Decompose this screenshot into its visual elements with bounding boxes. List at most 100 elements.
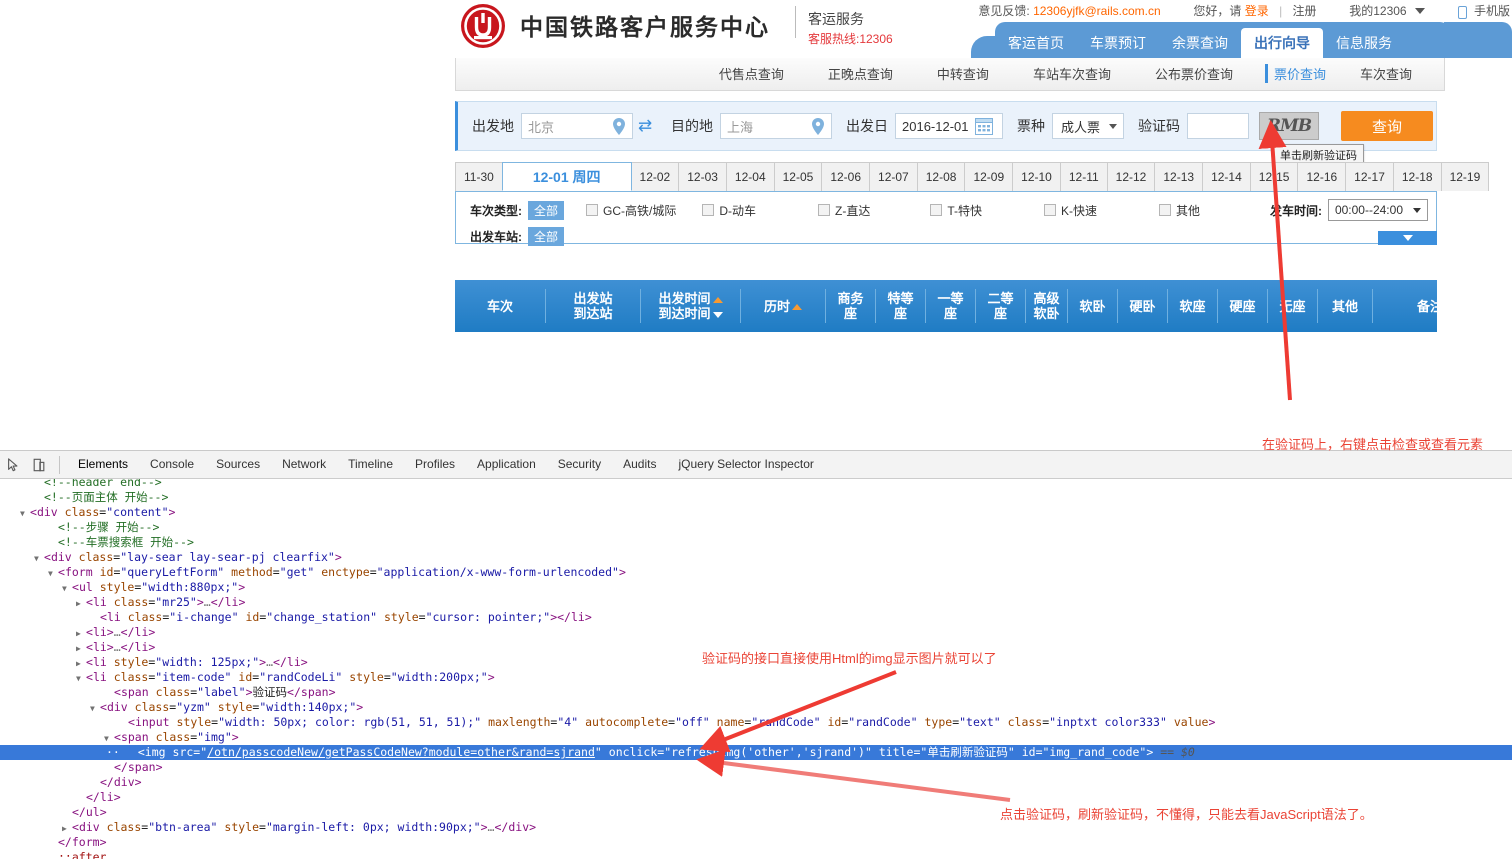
dom-tree[interactable]: <!--header end--><!--页面主体 开始--><div clas…	[0, 479, 1512, 859]
dom-tree-line[interactable]: <!--步骤 开始-->	[0, 520, 1512, 535]
date-tab-12-05[interactable]: 12-05	[773, 162, 823, 191]
date-tab-12-18[interactable]: 12-18	[1392, 162, 1442, 191]
train-type-all-button[interactable]: 全部	[528, 200, 565, 220]
table-col-14[interactable]: 其他	[1317, 289, 1372, 323]
dom-tree-line[interactable]: </div>	[0, 775, 1512, 790]
checkbox-icon[interactable]	[930, 204, 943, 216]
devtools-tab-profiles[interactable]: Profiles	[404, 451, 466, 478]
nav-item-2[interactable]: 余票查询	[1159, 29, 1241, 58]
dom-tree-line[interactable]: <li class="i-change" id="change_station"…	[0, 610, 1512, 625]
devtools-tab-audits[interactable]: Audits	[612, 451, 667, 478]
checkbox-icon[interactable]	[1044, 204, 1057, 216]
sort-asc-icon[interactable]	[792, 304, 802, 311]
toggle-device-toolbar-icon[interactable]	[26, 452, 52, 478]
date-tab-12-14[interactable]: 12-14	[1202, 162, 1251, 191]
depart-time-select[interactable]: 00:00--24:00	[1327, 199, 1428, 221]
date-tab-12-11[interactable]: 12-11	[1059, 162, 1108, 191]
query-button[interactable]: 查询	[1341, 111, 1433, 141]
dom-tree-line[interactable]: <!--页面主体 开始-->	[0, 490, 1512, 505]
devtools-tab-timeline[interactable]: Timeline	[337, 451, 404, 478]
captcha-input[interactable]	[1188, 114, 1246, 138]
checkbox-icon[interactable]	[702, 204, 715, 216]
train-type-checkbox-3[interactable]: T-特快	[930, 202, 982, 219]
date-tab-12-09[interactable]: 12-09	[964, 162, 1014, 191]
table-col-2[interactable]: 出发时间 到达时间	[640, 289, 740, 323]
devtools-tab-jquery-selector-inspector[interactable]: jQuery Selector Inspector	[667, 451, 824, 478]
table-col-0[interactable]: 车次	[455, 289, 545, 323]
dom-tree-line[interactable]: </form>	[0, 835, 1512, 850]
dom-tree-line[interactable]: <li>…</li>	[0, 625, 1512, 640]
dom-tree-line[interactable]: <span class="label">验证码</span>	[0, 685, 1512, 700]
date-tab-12-10[interactable]: 12-10	[1012, 162, 1061, 191]
sort-asc-icon[interactable]	[712, 296, 723, 303]
register-link[interactable]: 注册	[1293, 2, 1317, 19]
table-col-9[interactable]: 软卧	[1067, 289, 1117, 323]
nav-item-3[interactable]: 出行向导	[1241, 28, 1323, 58]
ticket-type-select[interactable]: 成人票	[1052, 113, 1124, 139]
date-tab-12-03[interactable]: 12-03	[678, 162, 727, 191]
date-tab-12-08[interactable]: 12-08	[916, 162, 966, 191]
to-station-input[interactable]	[721, 114, 813, 138]
dom-tree-line[interactable]: <div class="lay-sear lay-sear-pj clearfi…	[0, 550, 1512, 565]
date-tab-12-02[interactable]: 12-02	[630, 162, 680, 191]
subnav-item-2[interactable]: 中转查询	[915, 64, 1011, 83]
table-col-11[interactable]: 软座	[1167, 289, 1217, 323]
from-station-field[interactable]	[521, 113, 633, 139]
captcha-image[interactable]: RMB	[1259, 112, 1319, 140]
nav-item-1[interactable]: 车票预订	[1077, 29, 1159, 58]
date-tab-12-06[interactable]: 12-06	[821, 162, 871, 191]
dom-tree-line[interactable]: </li>	[0, 790, 1512, 805]
depart-date-input[interactable]	[896, 114, 976, 138]
date-tab-12-13[interactable]: 12-13	[1154, 162, 1204, 191]
dom-tree-line[interactable]: <div class="yzm" style="width:140px;">	[0, 700, 1512, 715]
depart-date-field[interactable]	[895, 113, 1003, 139]
dom-tree-line[interactable]: <!--车票搜索框 开始-->	[0, 535, 1512, 550]
train-type-checkbox-5[interactable]: 其他	[1159, 202, 1200, 219]
swap-stations-icon[interactable]: ⇄	[633, 116, 657, 136]
devtools-tab-console[interactable]: Console	[139, 451, 205, 478]
dom-tree-line[interactable]: <form id="queryLeftForm" method="get" en…	[0, 565, 1512, 580]
to-station-field[interactable]	[720, 113, 832, 139]
nav-item-0[interactable]: 客运首页	[995, 29, 1077, 58]
subnav-item-6[interactable]: 车次查询	[1338, 64, 1434, 83]
devtools-tab-application[interactable]: Application	[466, 451, 547, 478]
date-tab-12-19[interactable]: 12-19	[1440, 162, 1490, 191]
train-type-checkbox-1[interactable]: D-动车	[702, 202, 756, 219]
subnav-item-5[interactable]: 票价查询	[1264, 64, 1338, 83]
date-tab-12-04[interactable]: 12-04	[725, 162, 775, 191]
devtools-tab-security[interactable]: Security	[547, 451, 612, 478]
from-station-input[interactable]	[522, 114, 614, 138]
chevron-down-icon[interactable]	[1414, 7, 1425, 14]
subnav-item-4[interactable]: 公布票价查询	[1133, 64, 1255, 83]
train-type-checkbox-4[interactable]: K-快速	[1044, 202, 1097, 219]
table-col-12[interactable]: 硬座	[1217, 289, 1267, 323]
devtools-tab-sources[interactable]: Sources	[205, 451, 271, 478]
table-col-5[interactable]: 特等座	[875, 289, 925, 323]
train-type-checkbox-0[interactable]: GC-高铁/城际	[586, 202, 676, 219]
dom-tree-line[interactable]: ::after	[0, 850, 1512, 859]
dom-tree-line[interactable]: <li class="mr25">…</li>	[0, 595, 1512, 610]
dom-tree-line[interactable]: <!--header end-->	[0, 479, 1512, 490]
date-tab-12-01[interactable]: 12-01 周四	[501, 162, 632, 191]
dom-tree-line[interactable]: </span>	[0, 760, 1512, 775]
sort-desc-icon[interactable]	[712, 311, 723, 318]
dom-tree-line[interactable]: <div class="content">	[0, 505, 1512, 520]
date-tab-12-15[interactable]: 12-15	[1249, 162, 1299, 191]
date-tab-12-16[interactable]: 12-16	[1297, 162, 1347, 191]
train-type-checkbox-2[interactable]: Z-直达	[818, 202, 870, 219]
feedback-email-link[interactable]: 12306yjfk@rails.com.cn	[1033, 4, 1161, 18]
subnav-item-0[interactable]: 代售点查询	[697, 64, 806, 83]
inspect-element-icon[interactable]	[0, 452, 26, 478]
calendar-icon[interactable]	[975, 118, 993, 135]
my12306-menu[interactable]: 我的12306	[1349, 2, 1406, 19]
table-col-4[interactable]: 商务座	[825, 289, 875, 323]
date-tab-12-07[interactable]: 12-07	[869, 162, 918, 191]
table-col-7[interactable]: 二等座	[975, 289, 1025, 323]
table-col-1[interactable]: 出发站 到达站	[545, 289, 640, 323]
mobile-version-link[interactable]: 手机版	[1474, 2, 1510, 19]
table-col-3[interactable]: 历时	[740, 289, 825, 323]
subnav-item-1[interactable]: 正晚点查询	[806, 64, 915, 83]
table-col-13[interactable]: 无座	[1267, 289, 1317, 323]
table-col-6[interactable]: 一等座	[925, 289, 975, 323]
devtools-tab-elements[interactable]: Elements	[67, 451, 139, 478]
